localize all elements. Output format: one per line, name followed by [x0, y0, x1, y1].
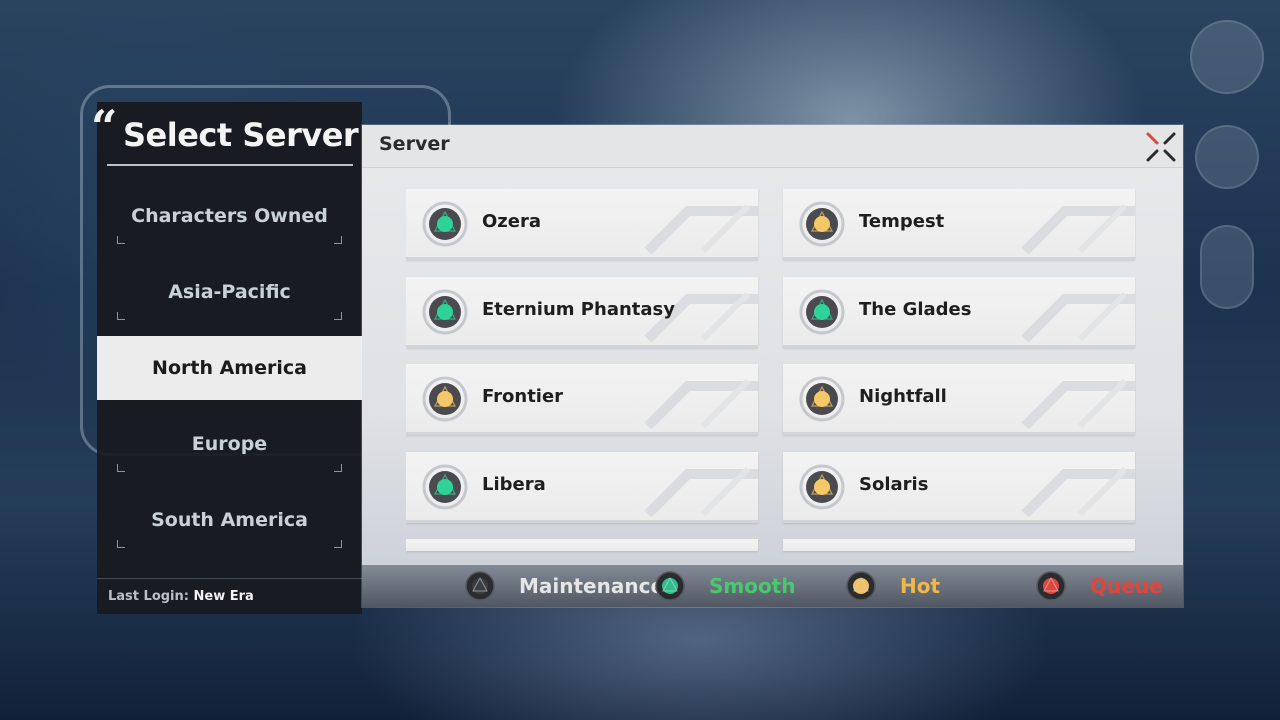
- region-tab-label: Characters Owned: [131, 205, 328, 227]
- server-card[interactable]: Libera: [406, 451, 758, 523]
- corner-bracket-icon: [334, 312, 342, 320]
- corner-bracket-icon: [117, 236, 125, 244]
- status-legend: Maintenance Smooth Hot Queue: [362, 565, 1183, 607]
- region-tab[interactable]: Characters Owned: [97, 184, 362, 248]
- card-stripe-decoration: [644, 378, 758, 430]
- close-button[interactable]: [1144, 130, 1178, 164]
- close-x-icon: [1146, 132, 1176, 162]
- status-smooth-icon: [422, 464, 468, 510]
- legend-queue: Queue: [1036, 565, 1163, 607]
- region-tab[interactable]: South America: [97, 488, 362, 552]
- corner-bracket-icon: [334, 540, 342, 548]
- region-tab[interactable]: Asia-Pacific: [97, 260, 362, 324]
- card-stripe-decoration: [1021, 466, 1135, 518]
- server-name: Nightfall: [859, 386, 947, 407]
- quote-icon: “: [91, 100, 118, 154]
- region-tab-label: Asia-Pacific: [168, 281, 291, 303]
- legend-maintenance-label: Maintenance: [519, 574, 665, 598]
- status-hot-icon: [799, 376, 845, 422]
- legend-hot-label: Hot: [900, 574, 941, 598]
- server-panel: Server Ozera Tempest Eternium Phantasy The …: [362, 125, 1183, 607]
- corner-bracket-icon: [117, 312, 125, 320]
- corner-bracket-icon: [117, 540, 125, 548]
- server-name: Frontier: [482, 386, 564, 407]
- card-stripe-decoration: [1021, 378, 1135, 430]
- server-name: The Glades: [859, 298, 972, 320]
- server-card[interactable]: Tempest: [783, 189, 1135, 260]
- server-name: Eternium Phantasy: [482, 298, 675, 320]
- server-grid: Ozera Tempest Eternium Phantasy The Glades F…: [406, 189, 1136, 555]
- legend-maintenance: Maintenance: [465, 565, 664, 607]
- status-hot-icon: [422, 376, 468, 422]
- legend-hot: Hot: [846, 565, 940, 607]
- region-panel: “ Select Server Characters Owned Asia-Pac…: [91, 102, 362, 614]
- status-smooth-icon: [799, 289, 845, 335]
- server-panel-title: Server: [379, 133, 450, 155]
- last-login-label: Last Login:: [108, 589, 189, 604]
- region-tab[interactable]: Europe: [97, 412, 362, 476]
- server-name: Solaris: [859, 473, 929, 495]
- region-list: Characters Owned Asia-Pacific North Americ…: [97, 184, 362, 564]
- status-smooth-icon: [422, 201, 468, 247]
- corner-bracket-icon: [334, 464, 342, 472]
- corner-bracket-icon: [117, 464, 125, 472]
- server-panel-header: Server: [362, 125, 1183, 168]
- status-hot-icon: [799, 201, 845, 247]
- legend-queue-icon: [1036, 571, 1078, 601]
- server-name: Libera: [482, 473, 546, 495]
- server-card[interactable]: Solaris: [783, 451, 1135, 523]
- legend-queue-label: Queue: [1090, 574, 1163, 598]
- server-card[interactable]: Eternium Phantasy: [406, 276, 758, 348]
- server-card[interactable]: The Glades: [783, 276, 1135, 348]
- card-stripe-decoration: [1021, 203, 1135, 255]
- region-tab-label: South America: [151, 509, 308, 531]
- server-name: Tempest: [859, 211, 945, 232]
- card-stripe-decoration: [644, 203, 758, 255]
- server-card-partial: [406, 539, 758, 551]
- card-stripe-decoration: [1021, 291, 1135, 343]
- server-card[interactable]: Ozera: [406, 189, 758, 260]
- legend-smooth-label: Smooth: [709, 574, 796, 598]
- last-login: Last Login: New Era: [97, 578, 362, 614]
- server-card[interactable]: Frontier: [406, 364, 758, 435]
- status-hot-icon: [799, 464, 845, 510]
- title-divider: [107, 164, 353, 166]
- corner-bracket-icon: [334, 236, 342, 244]
- status-smooth-icon: [422, 289, 468, 335]
- legend-smooth: Smooth: [655, 565, 796, 607]
- legend-smooth-icon: [655, 571, 697, 601]
- hud-button-bg: [1195, 125, 1259, 189]
- last-login-value: New Era: [193, 589, 254, 604]
- region-tab-label: Europe: [191, 433, 268, 455]
- title-block: “ Select Server: [91, 102, 362, 166]
- region-tab-label: North America: [152, 357, 307, 379]
- hud-avatar-bg: [1190, 20, 1264, 94]
- card-stripe-decoration: [644, 466, 758, 518]
- legend-maintenance-icon: [465, 571, 507, 601]
- server-card-partial: [783, 539, 1135, 551]
- server-card[interactable]: Nightfall: [783, 364, 1135, 435]
- legend-hot-icon: [846, 571, 888, 601]
- hud-button-bg: [1200, 225, 1254, 309]
- server-name: Ozera: [482, 211, 542, 232]
- region-tab[interactable]: North America: [97, 336, 362, 400]
- page-title: Select Server: [123, 116, 359, 154]
